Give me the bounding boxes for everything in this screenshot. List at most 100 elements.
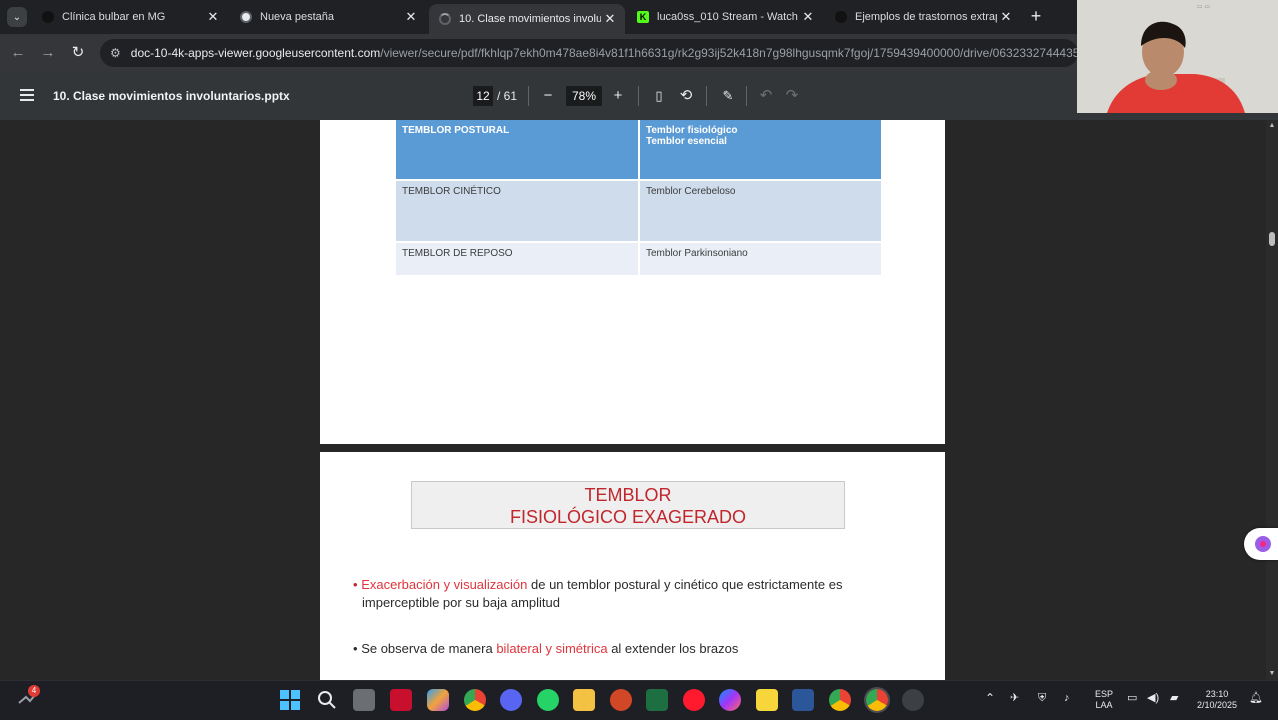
tab-ejemplos-trastornos[interactable]: Ejemplos de trastornos extrapi ✕ [825, 4, 1021, 30]
notifications-icon[interactable]: 🔔︎ [1249, 693, 1263, 704]
reload-icon[interactable]: ↻ [68, 43, 88, 63]
discord-icon[interactable] [500, 689, 522, 711]
url-path: /viewer/secure/pdf/fkhlqp7ekh0m478ae8i4v… [380, 46, 1078, 60]
language-code: ESP [1094, 689, 1113, 699]
battery-icon[interactable]: ▰ [1170, 693, 1178, 704]
kick-icon: K [637, 11, 649, 23]
tab-title: Ejemplos de trastornos extrapi [855, 11, 997, 23]
toolbar-divider [706, 86, 707, 106]
word-icon[interactable] [792, 689, 814, 711]
svg-text:▭ ▭: ▭ ▭ [1197, 4, 1210, 10]
notification-badge: 4 [28, 685, 40, 697]
clock[interactable]: 23:10 2/10/2025 [1190, 689, 1244, 711]
bullet-item: • Se observa de manera bilateral y simét… [353, 641, 739, 656]
chrome-profile-icon[interactable] [829, 689, 851, 711]
microphone-icon[interactable]: ♪ [1064, 693, 1070, 704]
bluetooth-icon[interactable]: ✈ [1010, 693, 1019, 704]
bullet-text: de un temblor postural y cinético que es… [527, 577, 843, 592]
scrollbar-thumb[interactable] [1269, 232, 1275, 246]
clock-time: 23:10 [1205, 689, 1229, 699]
bullet-text: Se observa de manera [361, 641, 497, 656]
url-host: doc-10-4k-apps-viewer.googleusercontent.… [130, 46, 381, 60]
close-tab-icon[interactable]: ✕ [997, 9, 1015, 25]
task-view-icon[interactable] [353, 689, 375, 711]
windows-taskbar: 4 ⌃ ✈ ⛨ ♪ ESP LAA ▭ ◀) ▰ 23:10 2/10/2025… [0, 680, 1278, 720]
tab-kick-stream[interactable]: K luca0ss_010 Stream - Watch Liv ✕ [627, 4, 823, 30]
zoom-in-button[interactable]: + [607, 85, 629, 107]
tab-title: luca0ss_010 Stream - Watch Liv [657, 11, 799, 23]
show-hidden-icons-icon[interactable]: ⌃ [985, 692, 995, 704]
toolbar-divider [746, 86, 747, 106]
volume-icon[interactable]: ◀) [1147, 693, 1159, 704]
opera-icon[interactable] [683, 689, 705, 711]
table-cell: TEMBLOR DE REPOSO [396, 242, 640, 277]
network-icon[interactable]: ▭ [1127, 693, 1137, 704]
back-icon[interactable]: ← [8, 43, 28, 63]
page-total: / 61 [497, 89, 518, 103]
close-tab-icon[interactable]: ✕ [799, 9, 817, 25]
chrome-other-profile-icon[interactable] [902, 689, 924, 711]
clock-date: 2/10/2025 [1196, 700, 1238, 710]
search-icon[interactable] [316, 689, 338, 711]
excel-icon[interactable] [646, 689, 668, 711]
bullet-highlight: bilateral y simétrica [496, 641, 608, 656]
redo-icon[interactable]: ↷ [781, 85, 803, 107]
sticky-notes-icon[interactable] [756, 689, 778, 711]
slide-title-line1: TEMBLOR [584, 485, 672, 505]
security-icon[interactable]: ⛨ [1038, 693, 1046, 704]
loading-icon [439, 13, 451, 25]
rotate-icon[interactable]: ⟲ [675, 85, 697, 107]
page-number-input[interactable]: 12 [473, 86, 493, 106]
close-tab-icon[interactable]: ✕ [601, 11, 619, 27]
start-icon[interactable] [279, 689, 301, 711]
menu-icon[interactable] [20, 89, 34, 101]
keyboard-layout: LAA [1095, 700, 1113, 710]
bullet-text: al extender los brazos [607, 641, 739, 656]
chrome-icon [240, 11, 252, 23]
powerpoint-icon[interactable] [610, 689, 632, 711]
tab-clase-movimientos[interactable]: 10. Clase movimientos involunt ✕ [429, 4, 625, 34]
annotate-icon[interactable]: ✎ [717, 85, 739, 107]
messenger-icon[interactable] [719, 689, 741, 711]
table-row: TEMBLOR CINÉTICO Temblor Cerebeloso [396, 180, 883, 243]
webcam-overlay: ▭ ▭ [1077, 0, 1278, 113]
document-title: 10. Clase movimientos involuntarios.pptx [53, 89, 290, 103]
close-tab-icon[interactable]: ✕ [402, 9, 420, 25]
file-explorer-icon[interactable] [573, 689, 595, 711]
table-row: TEMBLOR DE REPOSO Temblor Parkinsoniano [396, 242, 883, 277]
url-input[interactable]: ⚙ doc-10-4k-apps-viewer.googleuserconten… [100, 39, 1078, 67]
gemini-side-button[interactable] [1244, 528, 1278, 560]
scroll-up-icon[interactable]: ▲ [1268, 122, 1276, 129]
fit-page-icon[interactable]: ▯ [648, 85, 670, 107]
tab-title: Clínica bulbar en MG [62, 11, 166, 23]
new-tab-button[interactable]: + [1026, 6, 1046, 26]
vertical-scrollbar[interactable]: ▲ ▼ [1266, 120, 1278, 680]
tab-search-dropdown-icon[interactable]: ⌄ [7, 7, 27, 27]
chrome-taskbar-icon[interactable] [464, 689, 486, 711]
table-cell: Temblor fisiológico Temblor esencial [639, 120, 883, 181]
tab-title: Nueva pestaña [260, 11, 334, 23]
whatsapp-icon[interactable] [537, 689, 559, 711]
zoom-out-button[interactable]: − [537, 85, 559, 107]
site-favicon-icon [42, 11, 54, 23]
acrobat-icon[interactable] [390, 689, 412, 711]
tab-clinica-bulbar[interactable]: Clínica bulbar en MG ✕ [32, 4, 228, 30]
tab-nueva-pestana[interactable]: Nueva pestaña ✕ [230, 4, 426, 30]
chrome-active-icon[interactable] [866, 689, 888, 711]
close-tab-icon[interactable]: ✕ [204, 9, 222, 25]
webcam-person-image: ▭ ▭ [1077, 0, 1278, 113]
copilot-icon[interactable] [427, 689, 449, 711]
table-cell: TEMBLOR POSTURAL [396, 120, 640, 181]
tremor-table: TEMBLOR POSTURAL Temblor fisiológico Tem… [396, 120, 883, 277]
scroll-down-icon[interactable]: ▼ [1268, 670, 1276, 677]
forward-icon[interactable]: → [38, 43, 58, 63]
site-info-icon[interactable]: ⚙ [110, 46, 121, 60]
language-indicator[interactable]: ESP LAA [1093, 689, 1115, 711]
zoom-level-input[interactable]: 78% [566, 86, 602, 106]
table-row: TEMBLOR POSTURAL Temblor fisiológico Tem… [396, 120, 883, 181]
undo-icon[interactable]: ↶ [755, 85, 777, 107]
gemini-icon [1255, 536, 1271, 552]
bullet-text: imperceptible por su baja amplitud [362, 595, 560, 610]
site-favicon-icon [835, 11, 847, 23]
pdf-viewer-area[interactable]: TEMBLOR POSTURAL Temblor fisiológico Tem… [0, 120, 1278, 680]
